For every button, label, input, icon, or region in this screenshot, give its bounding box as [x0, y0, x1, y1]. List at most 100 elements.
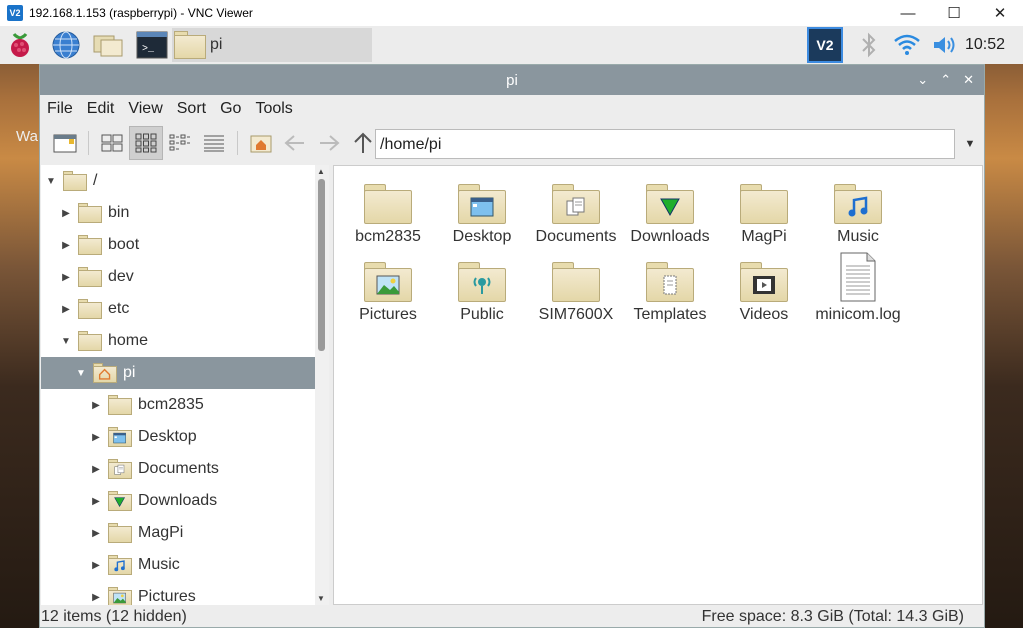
icon-view-button[interactable]	[95, 126, 129, 160]
maximize-button[interactable]: ☐	[931, 0, 977, 26]
menu-tools[interactable]: Tools	[255, 100, 292, 118]
window-close-button[interactable]: ✕	[963, 72, 974, 88]
volume-icon[interactable]	[931, 33, 957, 57]
minimize-button[interactable]: —	[885, 0, 931, 26]
taskbar-window-button[interactable]: pi	[172, 28, 372, 62]
collapsed-arrow-icon[interactable]: ▶	[88, 528, 104, 539]
file-item-minicomlog[interactable]: minicom.log	[811, 252, 905, 324]
desktop-folder-icon	[108, 427, 132, 447]
file-item-bcm2835[interactable]: bcm2835	[341, 174, 435, 246]
wifi-icon[interactable]	[893, 33, 921, 57]
tree-item-downloads[interactable]: ▶ Downloads	[41, 485, 315, 517]
folder-icon	[78, 299, 102, 319]
thumbnail-view-button[interactable]	[129, 126, 163, 160]
collapsed-arrow-icon[interactable]: ▶	[58, 272, 74, 283]
path-input[interactable]: /home/pi	[375, 129, 955, 159]
up-arrow-icon	[354, 132, 372, 153]
file-item-music[interactable]: Music	[811, 174, 905, 246]
menu-edit[interactable]: Edit	[87, 100, 115, 118]
tree-item-magpi[interactable]: ▶ MagPi	[41, 517, 315, 549]
menu-view[interactable]: View	[128, 100, 162, 118]
file-item-downloads[interactable]: Downloads	[623, 174, 717, 246]
expanded-arrow-icon[interactable]: ▼	[58, 336, 74, 347]
menu-go[interactable]: Go	[220, 100, 241, 118]
scroll-up-icon[interactable]: ▲	[317, 167, 325, 176]
clock[interactable]: 10:52	[965, 36, 1005, 54]
tree-item-label: bin	[108, 204, 130, 221]
collapsed-arrow-icon[interactable]: ▶	[88, 400, 104, 411]
raspberry-menu-button[interactable]	[0, 26, 40, 64]
path-dropdown-button[interactable]: ▼	[960, 129, 980, 159]
tree-item-bin[interactable]: ▶ bin	[41, 197, 315, 229]
expanded-arrow-icon[interactable]: ▼	[73, 368, 89, 379]
file-item-desktop[interactable]: Desktop	[435, 174, 529, 246]
new-window-icon	[53, 134, 77, 153]
close-button[interactable]: ✕	[977, 0, 1023, 26]
menu-file[interactable]: File	[47, 100, 73, 118]
desktop-text: Wa	[16, 128, 38, 145]
tree-item-desktop[interactable]: ▶ Desktop	[41, 421, 315, 453]
file-item-label: minicom.log	[815, 306, 901, 323]
tree-item-pi[interactable]: ▼ pi	[41, 357, 315, 389]
svg-text:>_: >_	[142, 44, 155, 55]
desktop-folder-icon	[458, 174, 506, 224]
file-item-videos[interactable]: Videos	[717, 252, 811, 324]
file-item-public[interactable]: Public	[435, 252, 529, 324]
scroll-down-icon[interactable]: ▼	[317, 594, 325, 603]
thumbnail-view-icon	[135, 133, 157, 153]
collapsed-arrow-icon[interactable]: ▶	[88, 560, 104, 571]
collapsed-arrow-icon[interactable]: ▶	[88, 464, 104, 475]
file-manager-launcher[interactable]	[88, 26, 128, 64]
collapsed-arrow-icon[interactable]: ▶	[58, 240, 74, 251]
tree-item-bcm2835[interactable]: ▶ bcm2835	[41, 389, 315, 421]
tree-item-music[interactable]: ▶ Music	[41, 549, 315, 581]
taskbar-window-label: pi	[210, 36, 223, 53]
tree-item-etc[interactable]: ▶ etc	[41, 293, 315, 325]
vnc-server-icon[interactable]: V2	[806, 27, 843, 63]
status-item-count: 12 items (12 hidden)	[41, 608, 187, 625]
text-file-icon	[838, 252, 878, 302]
tree-item-label: /	[93, 172, 98, 189]
collapsed-arrow-icon[interactable]: ▶	[58, 304, 74, 315]
file-item-magpi[interactable]: MagPi	[717, 174, 811, 246]
browser-launcher[interactable]	[46, 26, 86, 64]
tree-item-dev[interactable]: ▶ dev	[41, 261, 315, 293]
bluetooth-icon[interactable]	[859, 32, 879, 58]
terminal-launcher[interactable]: >_	[132, 26, 172, 64]
file-item-sim7600x[interactable]: SIM7600X	[529, 252, 623, 324]
tree-item-boot[interactable]: ▶ boot	[41, 229, 315, 261]
collapsed-arrow-icon[interactable]: ▶	[88, 432, 104, 443]
file-item-templates[interactable]: Templates	[623, 252, 717, 324]
toolbar: /home/pi ▼	[40, 123, 984, 163]
file-icon-view[interactable]: bcm2835 Desktop Documents Downloads MagPi Mus…	[333, 165, 983, 605]
tree-item-label: Pictures	[138, 588, 196, 605]
tree-scrollbar[interactable]: ▲ ▼	[315, 165, 329, 605]
vnc-title: 192.168.1.153 (raspberrypi) - VNC Viewer	[29, 6, 253, 20]
collapsed-arrow-icon[interactable]: ▶	[88, 592, 104, 603]
tree-item-pictures[interactable]: ▶ Pictures	[41, 581, 315, 605]
detailed-list-view-button[interactable]	[197, 126, 231, 160]
home-button[interactable]	[244, 126, 278, 160]
file-item-pictures[interactable]: Pictures	[341, 252, 435, 324]
forward-button[interactable]	[312, 126, 346, 160]
vnc-logo-icon: V2	[7, 5, 23, 21]
new-window-button[interactable]	[48, 126, 82, 160]
menu-sort[interactable]: Sort	[177, 100, 206, 118]
file-item-documents[interactable]: Documents	[529, 174, 623, 246]
window-minimize-button[interactable]: ⌄	[917, 72, 928, 88]
scrollbar-thumb[interactable]	[318, 179, 325, 351]
tree-item-home[interactable]: ▼ home	[41, 325, 315, 357]
folders-icon	[93, 35, 123, 57]
expanded-arrow-icon[interactable]: ▼	[43, 176, 59, 187]
collapsed-arrow-icon[interactable]: ▶	[88, 496, 104, 507]
tree-item-root[interactable]: ▼ /	[41, 165, 315, 197]
system-tray: V2 10:52	[806, 26, 1023, 64]
collapsed-arrow-icon[interactable]: ▶	[58, 208, 74, 219]
status-free-space: Free space: 8.3 GiB (Total: 14.3 GiB)	[701, 608, 964, 625]
directory-tree[interactable]: ▼ / ▶ bin ▶ boot ▶ dev ▶ etc ▼ home ▼ pi ▶ bcm2835 ▶ Desk…	[41, 165, 315, 605]
tree-item-documents[interactable]: ▶ Documents	[41, 453, 315, 485]
compact-view-button[interactable]	[163, 126, 197, 160]
back-button[interactable]	[278, 126, 312, 160]
window-maximize-button[interactable]: ⌃	[940, 72, 951, 88]
tree-item-label: Downloads	[138, 492, 218, 509]
